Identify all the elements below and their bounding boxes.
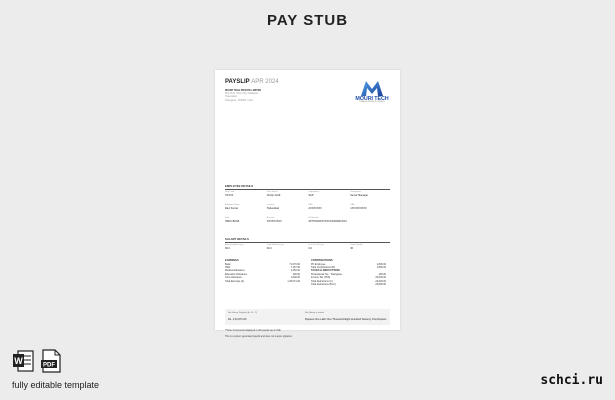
net-words-label: Net Salary in words — [305, 312, 324, 314]
file-format-icons: W PDF — [12, 349, 62, 373]
salary-details-grid: Actual Payable Days 30.0 Total Working Da… — [225, 244, 390, 250]
detail-cell: UAN 1XXXXXXXXX — [350, 204, 367, 210]
site-link[interactable]: schci.ru — [540, 373, 603, 388]
net-words-value: Rupees One Lakh One Thousand Eight Hundr… — [305, 318, 387, 321]
company-address-line: Telangana - 500081, India — [225, 98, 253, 102]
svg-text:W: W — [14, 356, 23, 366]
detail-cell: Total Working Days 30.0 — [266, 244, 284, 250]
pdf-file-icon: PDF — [40, 349, 62, 373]
table-row: Total Earnings (A) 1,25,671.00 — [225, 279, 300, 283]
detail-cell: Designation Senior Manager — [350, 191, 369, 197]
payslip-note: **Note: All amounts displayed in this pa… — [225, 330, 281, 332]
table-row: Total Deductions (B+C) 23,800.00 — [311, 283, 386, 287]
payslip-month: APR 2024 — [251, 79, 279, 85]
payslip-document: PAYSLIP APR 2024 MOURI TECH PRIVATE LIMI… — [215, 70, 400, 338]
detail-cell: Loss of Pay Days 0.0 — [308, 244, 325, 250]
detail-cell: PF Number APHYD00XXXXXXXX00000XXXX — [308, 217, 347, 223]
detail-cell: Location Hyderabad — [266, 204, 279, 210]
company-logo: MOURI TECH TRANSFORMING BUSINESS — [352, 79, 392, 107]
detail-cell: Employee Name Ravi Kumar — [225, 204, 240, 210]
detail-cell: Date Joined 18 Apr 2019 — [266, 191, 281, 197]
company-address: MOURI TECH PRIVATE LIMITED Plot 46-D, Hi… — [225, 89, 320, 102]
earnings-table: EARNINGS Basic 71,676.00 HRA 7,167.00 Medi… — [225, 259, 300, 283]
payslip-title: PAYSLIP APR 2024 — [225, 79, 279, 85]
detail-cell — [350, 217, 390, 223]
detail-cell: Emp Code XXXXX — [225, 191, 235, 197]
employee-details-grid: Emp Code XXXXX Date Joined 18 Apr 2019 Dep… — [225, 191, 390, 197]
svg-text:PDF: PDF — [43, 363, 55, 369]
employee-details-grid: Employee Name Ravi Kumar Location Hyderaba… — [225, 204, 390, 210]
employee-details-grid: Bank HDFC BANK Account XXXXXXXXX PF Number… — [225, 217, 390, 223]
detail-cell: Actual Payable Days 30.0 — [225, 244, 244, 250]
page-title: PAY STUB — [266, 12, 349, 29]
net-pay-value: Rs. 1,01,871.00 — [228, 318, 247, 321]
net-pay-summary: Net Salary Payable (A - B - C) Rs. 1,01,… — [225, 309, 390, 325]
detail-cell: Account XXXXXXXXX — [266, 217, 282, 223]
mouritech-logo-icon — [361, 81, 383, 96]
detail-cell: PAN AXXXXXXX — [308, 204, 322, 210]
logo-tagline: TRANSFORMING BUSINESS — [359, 102, 385, 103]
detail-cell: Department SAP — [308, 191, 319, 197]
payslip-note: This is a system generated payslip and d… — [225, 336, 293, 338]
detail-cell: Bank HDFC BANK — [225, 217, 240, 223]
footer-caption: fully editable template — [12, 380, 100, 390]
word-file-icon: W — [12, 349, 34, 373]
employee-details-heading: EMPLOYEE DETAILS — [225, 184, 390, 190]
detail-cell: Days Payable 30 — [350, 244, 363, 250]
net-pay-label: Net Salary Payable (A - B - C) — [228, 312, 258, 314]
salary-details-heading: SALARY DETAILS — [225, 237, 390, 243]
deductions-table: CONTRIBUTIONS PF Employee 1,800.00 Total … — [311, 259, 386, 287]
